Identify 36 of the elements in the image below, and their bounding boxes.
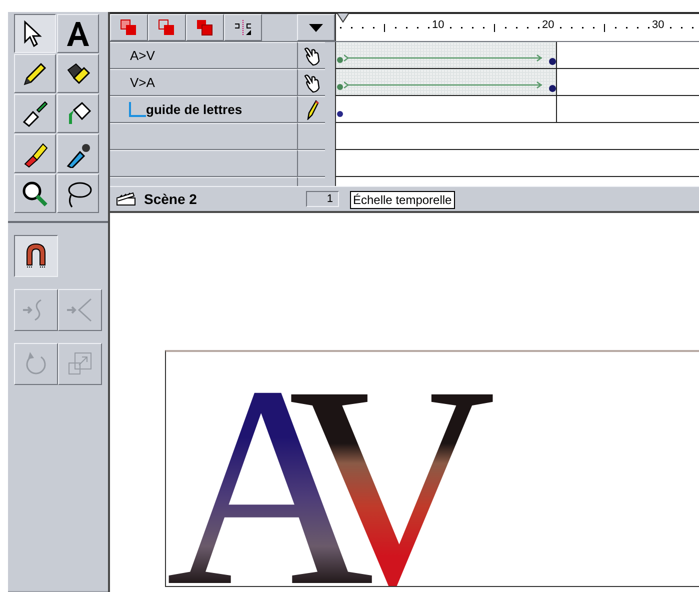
- dropdown-button[interactable]: [297, 14, 335, 41]
- tooltip: Échelle temporelle: [350, 191, 455, 209]
- frame-number-field[interactable]: 1: [306, 191, 339, 207]
- triangle-down-icon: [309, 24, 323, 32]
- hand-pointer-icon: [302, 46, 320, 66]
- hand-pointer-icon: [302, 72, 320, 92]
- keyframe-icon: [336, 56, 344, 64]
- modifier-button[interactable]: [14, 235, 58, 277]
- ruler-label: 10: [431, 19, 446, 31]
- layer-name: V>A: [130, 75, 155, 90]
- overlapping-squares-icon: [195, 18, 215, 38]
- tool-button[interactable]: [14, 14, 56, 53]
- timeline-button[interactable]: [186, 14, 224, 41]
- magnifier-icon: [21, 180, 49, 208]
- ruler-label: 20: [541, 19, 556, 31]
- keyframe-icon: [336, 83, 344, 91]
- overlapping-squares-icon: [119, 18, 139, 38]
- timeline-button[interactable]: [224, 14, 262, 41]
- keyframe-icon: [336, 110, 344, 118]
- scene-name: Scène 2: [144, 191, 197, 207]
- ruler-label: 30: [651, 19, 666, 31]
- layer-row[interactable]: A>V: [110, 42, 297, 69]
- layer-row[interactable]: V>A: [110, 69, 297, 96]
- overlapping-squares-icon: [157, 18, 177, 38]
- layer-name: guide de lettres: [146, 102, 242, 117]
- pencil-icon: [304, 100, 318, 120]
- paintbrush-icon: [21, 100, 49, 128]
- layer-row[interactable]: guide de lettres: [110, 96, 297, 123]
- bracket-markers-icon: [233, 18, 253, 38]
- letter-a-icon: [64, 20, 92, 48]
- layer-name: A>V: [130, 48, 155, 63]
- frame-ruler[interactable]: 10 20 30: [335, 14, 699, 41]
- tween-arrow-icon: [344, 81, 544, 89]
- clapperboard-icon: [116, 192, 136, 206]
- layer-icon-cell: [297, 150, 325, 177]
- tween-arrow-icon: [344, 54, 544, 62]
